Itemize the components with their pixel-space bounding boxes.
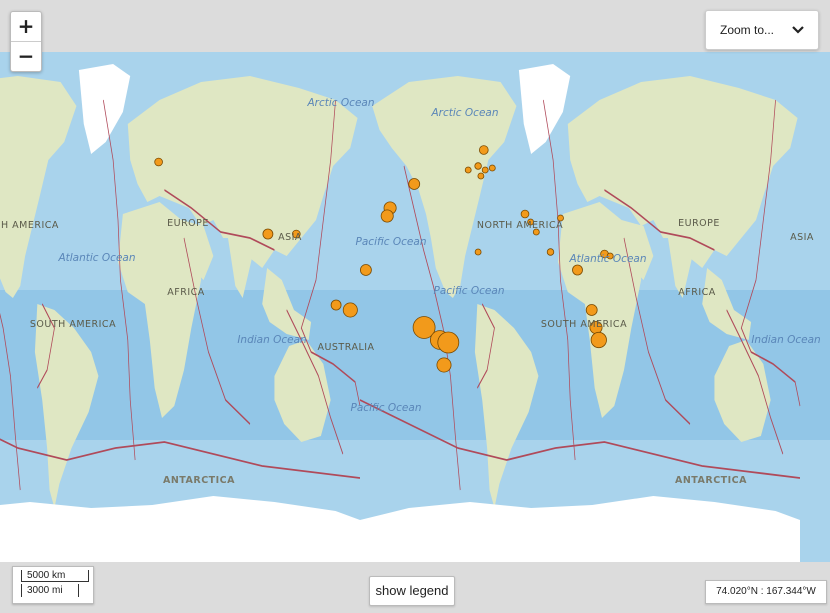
label-australia: AUSTRALIA: [317, 342, 374, 353]
label-pacific-ocean-south: Pacific Ocean: [351, 402, 422, 414]
world-map[interactable]: Arctic Ocean Arctic Ocean Pacific Ocean …: [0, 0, 830, 613]
label-atlantic-ocean-east: Atlantic Ocean: [568, 253, 646, 265]
earthquake-marker-18[interactable]: [474, 248, 482, 256]
label-south-america-west: SOUTH AMERICA: [30, 319, 116, 330]
scale-bar: 5000 km 3000 mi: [12, 566, 94, 604]
scale-mi: 3000 mi: [21, 584, 79, 597]
earthquake-marker-6[interactable]: [330, 299, 342, 311]
label-arctic-ocean-east: Arctic Ocean: [430, 107, 498, 119]
scale-km: 5000 km: [21, 570, 89, 582]
label-europe-east: EUROPE: [678, 218, 720, 229]
label-north-america-partial: H AMERICA: [1, 220, 59, 231]
earthquake-marker-17[interactable]: [477, 172, 485, 180]
label-indian-ocean-east: Indian Ocean: [751, 334, 820, 346]
earthquake-marker-27[interactable]: [585, 304, 598, 316]
label-north-america: NORTH AMERICA: [477, 220, 563, 231]
label-south-america-east: SOUTH AMERICA: [541, 319, 627, 330]
chevron-down-icon: [792, 26, 804, 34]
label-europe-west: EUROPE: [167, 218, 209, 229]
zoom-out-button[interactable]: −: [11, 41, 41, 71]
show-legend-button[interactable]: show legend: [369, 576, 455, 606]
earthquake-marker-2[interactable]: [408, 178, 421, 190]
label-antarctica-east: ANTARCTICA: [675, 475, 747, 486]
earthquake-marker-16[interactable]: [488, 164, 496, 172]
label-asia-west: ASIA: [278, 232, 302, 243]
label-pacific-ocean-north: Pacific Ocean: [356, 236, 427, 248]
earthquake-marker-4[interactable]: [380, 209, 394, 223]
coordinate-readout: 74.020°N : 167.344°W: [705, 580, 827, 604]
earthquake-marker-24[interactable]: [572, 264, 583, 276]
zoom-to-label: Zoom to...: [720, 23, 775, 37]
earthquake-marker-5[interactable]: [359, 264, 372, 276]
label-antarctica-west: ANTARCTICA: [163, 475, 235, 486]
earthquake-marker-7[interactable]: [342, 302, 358, 318]
earthquake-marker-14[interactable]: [464, 166, 472, 174]
label-asia-east: ASIA: [790, 232, 814, 243]
earthquake-marker-0[interactable]: [154, 157, 163, 167]
earthquake-marker-22[interactable]: [546, 248, 555, 256]
zoom-to-dropdown[interactable]: Zoom to...: [705, 10, 819, 50]
earthquake-marker-13[interactable]: [474, 162, 482, 170]
zoom-in-button[interactable]: +: [11, 12, 41, 41]
label-arctic-ocean-west: Arctic Ocean: [306, 97, 374, 109]
label-pacific-ocean-central: Pacific Ocean: [434, 285, 505, 297]
earthquake-marker-30[interactable]: [262, 228, 274, 240]
earthquake-marker-12[interactable]: [478, 145, 489, 155]
label-indian-ocean-west: Indian Ocean: [237, 334, 306, 346]
earthquake-marker-15[interactable]: [481, 166, 489, 174]
earthquake-marker-10[interactable]: [437, 331, 460, 354]
label-atlantic-ocean-west: Atlantic Ocean: [57, 252, 135, 264]
label-africa-east: AFRICA: [678, 287, 716, 298]
earthquake-marker-11[interactable]: [436, 357, 452, 373]
zoom-control: + −: [10, 11, 42, 72]
label-africa-west: AFRICA: [167, 287, 205, 298]
earthquake-marker-19[interactable]: [520, 209, 530, 219]
earthquake-marker-29[interactable]: [590, 331, 607, 349]
